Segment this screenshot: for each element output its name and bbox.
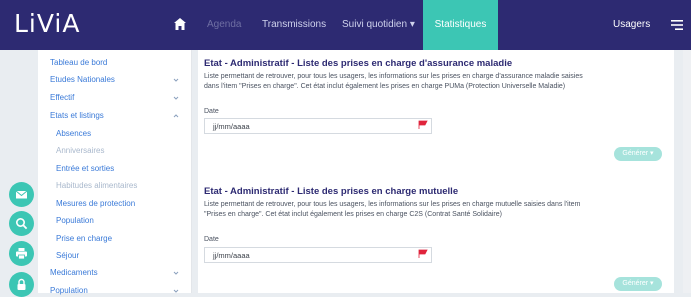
- envelope-icon: [15, 190, 28, 199]
- sidebar-item-label: Tableau de bord: [50, 58, 108, 67]
- sidebar-subitem-label: Séjour: [56, 251, 80, 260]
- sidebar-item-label: Effectif: [50, 93, 75, 102]
- date-field-value: jj/mm/aaaa: [213, 122, 250, 131]
- search-icon: [15, 217, 28, 230]
- sidebar-item-label: Etats et listings: [50, 111, 104, 120]
- lock-icon: [17, 278, 26, 290]
- sidebar-subitem-label: Absences: [56, 129, 92, 138]
- chevron-up-icon: [173, 114, 179, 118]
- date-field-mutuelle[interactable]: jj/mm/aaaa: [204, 247, 432, 263]
- home-icon[interactable]: [173, 17, 187, 31]
- card-description-assurance-maladie: Liste permettant de retrouver, pour tous…: [204, 73, 583, 90]
- generate-button-assurance-maladie[interactable]: Générer ▾: [614, 147, 662, 161]
- date-label: Date: [204, 236, 219, 243]
- nav-agenda[interactable]: Agenda: [207, 0, 241, 50]
- chevron-down-icon: [173, 96, 179, 100]
- card-title-mutuelle: Etat - Administratif - Liste des prises …: [204, 186, 459, 197]
- card-title-assurance-maladie: Etat - Administratif - Liste des prises …: [204, 58, 513, 69]
- sidebar-subitem-label: Entrée et sorties: [56, 164, 115, 173]
- sidebar-item-label: Population: [50, 286, 88, 295]
- card-description-mutuelle: Liste permettant de retrouver, pour tous…: [204, 201, 581, 218]
- sidebar: Tableau de bord Etudes Nationales Effect…: [38, 50, 192, 295]
- nav-transmissions[interactable]: Transmissions: [262, 0, 326, 50]
- top-navbar: LiViA Agenda Transmissions Suivi quotidi…: [0, 0, 691, 50]
- menu-icon[interactable]: [670, 18, 684, 32]
- date-label: Date: [204, 108, 219, 115]
- generate-button-mutuelle[interactable]: Générer ▾: [614, 277, 662, 291]
- sidebar-subitem-label: Anniversaires: [56, 146, 105, 155]
- date-field-value: jj/mm/aaaa: [213, 251, 250, 260]
- print-button[interactable]: [9, 241, 34, 266]
- sidebar-subitem-label: Population: [56, 216, 94, 225]
- search-button[interactable]: [9, 211, 34, 236]
- page-scrollbar[interactable]: [683, 50, 691, 293]
- lock-button[interactable]: [9, 272, 34, 297]
- main-content: Etat - Administratif - Liste des prises …: [198, 50, 674, 293]
- chevron-down-icon: [173, 271, 179, 275]
- sidebar-subitem-label: Mesures de protection: [56, 199, 136, 208]
- nav-suivi-quotidien[interactable]: Suivi quotidien ▾: [342, 0, 415, 50]
- app-logo[interactable]: LiViA: [14, 9, 80, 38]
- sidebar-item-label: Etudes Nationales: [50, 75, 115, 84]
- sidebar-subitem-label: Prise en charge: [56, 234, 113, 243]
- nav-statistiques[interactable]: Statistiques: [423, 0, 498, 50]
- nav-usagers[interactable]: Usagers: [613, 0, 650, 50]
- flag-icon: [418, 120, 428, 129]
- sidebar-item-label: Medicaments: [50, 268, 98, 277]
- printer-icon: [16, 248, 27, 260]
- chevron-down-icon: [173, 289, 179, 293]
- sidebar-subitem-label: Habitudes alimentaires: [56, 181, 138, 190]
- mail-button[interactable]: [9, 182, 34, 207]
- flag-icon: [418, 249, 428, 258]
- chevron-down-icon: [173, 78, 179, 82]
- date-field-assurance-maladie[interactable]: jj/mm/aaaa: [204, 118, 432, 134]
